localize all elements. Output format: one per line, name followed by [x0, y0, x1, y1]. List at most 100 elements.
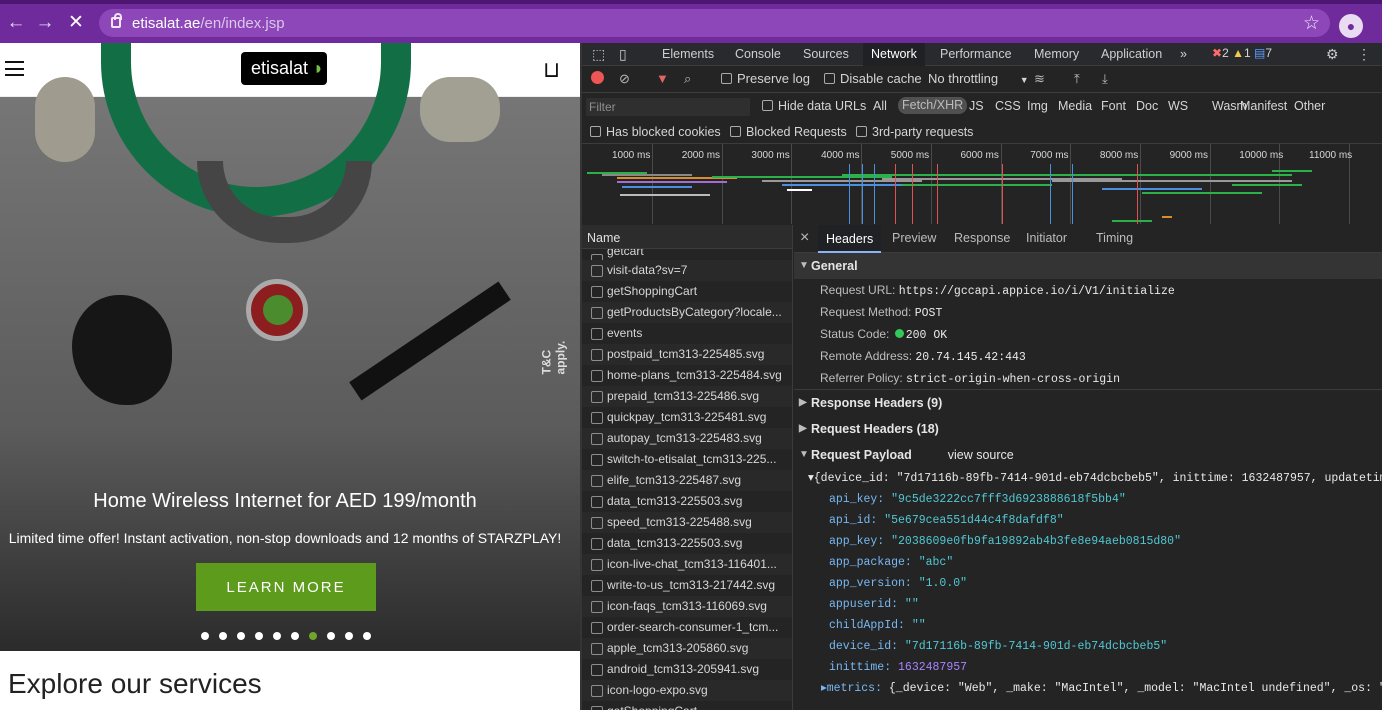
carousel-dot[interactable]: [291, 632, 299, 640]
filter-type-doc[interactable]: Doc: [1136, 99, 1158, 113]
request-row[interactable]: data_tcm313-225503.svg: [582, 533, 792, 554]
request-row[interactable]: speed_tcm313-225488.svg: [582, 512, 792, 533]
detail-tab-response[interactable]: Response: [954, 231, 1010, 245]
request-row[interactable]: quickpay_tcm313-225481.svg: [582, 407, 792, 428]
request-row[interactable]: getShoppingCart: [582, 281, 792, 302]
payload-field[interactable]: ▸metrics: {_device: "Web", _make: "MacIn…: [820, 678, 1382, 699]
carousel-dot[interactable]: [219, 632, 227, 640]
filter-type-js[interactable]: JS: [969, 99, 984, 113]
browser-toolbar: ← → ✕ etisalat.ae/en/index.jsp ☆ ●: [0, 0, 1382, 43]
carousel-dot[interactable]: [345, 632, 353, 640]
filter-type-img[interactable]: Img: [1027, 99, 1048, 113]
carousel-dot[interactable]: [327, 632, 335, 640]
tab-elements[interactable]: Elements: [662, 47, 714, 61]
menu-kebab-icon[interactable]: ⋮: [1357, 46, 1371, 63]
close-details-icon[interactable]: ×: [800, 229, 809, 247]
request-row[interactable]: icon-logo-expo.svg: [582, 680, 792, 701]
tab-application[interactable]: Application: [1101, 47, 1162, 61]
filter-type-ws[interactable]: WS: [1168, 99, 1188, 113]
hide-data-urls-checkbox[interactable]: Hide data URLs: [762, 99, 866, 113]
request-row[interactable]: visit-data?sv=7: [582, 260, 792, 281]
name-column-header[interactable]: Name: [582, 225, 792, 249]
response-headers-section[interactable]: ▶ Response Headers (9): [794, 390, 1382, 416]
request-row[interactable]: apple_tcm313-205860.svg: [582, 638, 792, 659]
back-icon[interactable]: ←: [4, 11, 28, 35]
carousel-dot[interactable]: [237, 632, 245, 640]
menu-icon[interactable]: [5, 61, 24, 76]
request-payload-section[interactable]: ▼ Request Payload view source: [794, 442, 1382, 468]
request-headers-section[interactable]: ▶ Request Headers (18): [794, 416, 1382, 442]
detail-tab-preview[interactable]: Preview: [892, 231, 936, 245]
tab-sources[interactable]: Sources: [803, 47, 849, 61]
request-row[interactable]: switch-to-etisalat_tcm313-225...: [582, 449, 792, 470]
carousel-dot[interactable]: [255, 632, 263, 640]
request-row[interactable]: autopay_tcm313-225483.svg: [582, 428, 792, 449]
carousel-dot[interactable]: [201, 632, 209, 640]
request-row[interactable]: write-to-us_tcm313-217442.svg: [582, 575, 792, 596]
filter-type-manifest[interactable]: Manifest: [1240, 99, 1287, 113]
cart-icon[interactable]: ⊔: [543, 57, 567, 82]
request-row[interactable]: getcart: [582, 249, 792, 260]
forward-icon[interactable]: →: [33, 11, 57, 35]
carousel-dots[interactable]: [201, 627, 381, 645]
url-text[interactable]: etisalat.ae/en/index.jsp: [132, 15, 285, 32]
blocked-cookies-checkbox[interactable]: Has blocked cookies: [590, 125, 721, 139]
request-row[interactable]: prepaid_tcm313-225486.svg: [582, 386, 792, 407]
request-row[interactable]: getShoppingCart: [582, 701, 792, 710]
tab-performance[interactable]: Performance: [940, 47, 1012, 61]
issues-badge[interactable]: ✖2 ▲1 ▤7: [1212, 46, 1272, 60]
address-bar[interactable]: etisalat.ae/en/index.jsp ☆: [99, 9, 1330, 37]
request-row[interactable]: android_tcm313-205941.svg: [582, 659, 792, 680]
detail-tab-initiator[interactable]: Initiator: [1026, 231, 1067, 245]
tab-memory[interactable]: Memory: [1034, 47, 1079, 61]
request-row[interactable]: order-search-consumer-1_tcm...: [582, 617, 792, 638]
record-icon[interactable]: [591, 71, 604, 84]
profile-icon[interactable]: ●: [1339, 14, 1363, 38]
filter-type-all[interactable]: All: [873, 99, 887, 113]
detail-tab-headers[interactable]: Headers: [818, 225, 882, 253]
star-icon[interactable]: ☆: [1303, 12, 1320, 35]
filter-type-other[interactable]: Other: [1294, 99, 1325, 113]
stop-icon[interactable]: ✕: [64, 11, 88, 35]
disable-cache-checkbox[interactable]: Disable cache: [824, 71, 922, 86]
request-row[interactable]: events: [582, 323, 792, 344]
request-row[interactable]: icon-faqs_tcm313-116069.svg: [582, 596, 792, 617]
import-har-icon[interactable]: ⤒: [1074, 71, 1080, 87]
filter-input[interactable]: Filter: [586, 98, 750, 116]
carousel-dot[interactable]: [309, 632, 317, 640]
clear-icon[interactable]: ⊘: [619, 71, 630, 87]
request-row[interactable]: postpaid_tcm313-225485.svg: [582, 344, 792, 365]
request-row[interactable]: data_tcm313-225503.svg: [582, 491, 792, 512]
search-icon[interactable]: ⌕: [684, 71, 691, 87]
more-tabs-icon[interactable]: »: [1180, 47, 1187, 61]
inspect-icon[interactable]: ⬚: [592, 46, 605, 63]
filter-type-font[interactable]: Font: [1101, 99, 1126, 113]
throttling-select[interactable]: No throttling ▼: [928, 71, 1029, 86]
tab-network[interactable]: Network: [863, 43, 925, 66]
tab-console[interactable]: Console: [735, 47, 781, 61]
filter-type-fetch-xhr[interactable]: Fetch/XHR: [898, 97, 968, 114]
third-party-checkbox[interactable]: 3rd-party requests: [856, 125, 973, 139]
request-row[interactable]: elife_tcm313-225487.svg: [582, 470, 792, 491]
network-conditions-icon[interactable]: ≋: [1034, 71, 1045, 87]
request-row[interactable]: icon-live-chat_tcm313-116401...: [582, 554, 792, 575]
devtools-tabbar: ⬚ ▯ Elements Console Sources Network Perform…: [582, 43, 1382, 66]
blocked-requests-checkbox[interactable]: Blocked Requests: [730, 125, 847, 139]
request-row[interactable]: home-plans_tcm313-225484.svg: [582, 365, 792, 386]
filter-type-css[interactable]: CSS: [995, 99, 1021, 113]
learn-more-button[interactable]: LEARN MORE: [196, 563, 376, 611]
settings-icon[interactable]: ⚙: [1326, 46, 1339, 63]
view-source-link[interactable]: view source: [948, 448, 1014, 462]
filter-icon[interactable]: ▼: [656, 71, 669, 86]
filter-type-media[interactable]: Media: [1058, 99, 1092, 113]
network-timeline[interactable]: 1000 ms 2000 ms 3000 ms 4000 ms 5000 ms 6000 …: [582, 144, 1382, 224]
detail-tab-timing[interactable]: Timing: [1096, 231, 1133, 245]
device-toolbar-icon[interactable]: ▯: [619, 46, 627, 63]
request-row[interactable]: getProductsByCategory?locale...: [582, 302, 792, 323]
carousel-dot[interactable]: [273, 632, 281, 640]
payload-root[interactable]: ▾{device_id: "7d17116b-89fb-7414-901d-eb…: [808, 468, 1382, 489]
export-har-icon[interactable]: ⤓: [1102, 71, 1108, 87]
carousel-dot[interactable]: [363, 632, 371, 640]
general-section[interactable]: ▼ General: [794, 253, 1382, 279]
preserve-log-checkbox[interactable]: Preserve log: [721, 71, 810, 86]
